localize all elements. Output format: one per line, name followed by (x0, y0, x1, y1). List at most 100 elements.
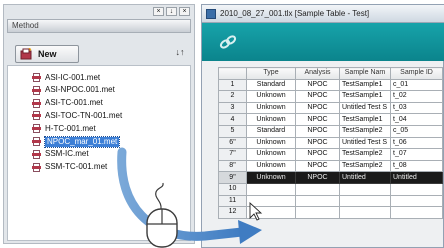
analysis-cell[interactable] (295, 194, 340, 208)
pane-pin-button[interactable]: ↓ (166, 7, 177, 16)
row-number-cell[interactable]: 7" (218, 148, 247, 161)
method-list-item[interactable]: SSM-IC.met (32, 149, 89, 160)
window-title: 2010_08_27_001.tlx [Sample Table - Test] (220, 9, 370, 18)
sample-id-cell[interactable]: t_08 (390, 159, 443, 173)
sample-name-cell[interactable]: TestSample1 (339, 78, 391, 92)
analysis-cell[interactable]: NPOC (295, 148, 340, 161)
type-cell[interactable] (246, 206, 296, 219)
analysis-cell[interactable]: NPOC (295, 113, 340, 126)
row-number-cell[interactable]: 3 (218, 101, 247, 115)
table-row[interactable]: 3 Unknown NPOC Untitled Test St_03 (218, 101, 443, 115)
method-list-item[interactable]: H-TC-001.met (32, 123, 96, 134)
analysis-cell[interactable]: NPOC (295, 78, 340, 92)
column-header-sample-id[interactable]: Sample ID (390, 67, 443, 80)
row-number-cell[interactable]: 2 (218, 90, 247, 103)
table-row[interactable]: 11 (218, 194, 443, 208)
column-header-rownum[interactable] (218, 67, 247, 80)
type-cell[interactable]: Unknown (246, 171, 296, 184)
row-number-cell[interactable]: 10 (218, 182, 247, 196)
method-list-item[interactable]: ASI-TOC-TN-001.met (32, 110, 122, 121)
type-cell[interactable]: Standard (246, 124, 296, 138)
analysis-cell[interactable]: NPOC (295, 136, 340, 150)
window-title-bar[interactable]: 2010_08_27_001.tlx [Sample Table - Test] (202, 5, 444, 23)
table-row[interactable]: 5 Standard NPOC TestSample2 c_05 (218, 124, 443, 138)
analysis-cell[interactable]: NPOC (295, 159, 340, 173)
analysis-cell[interactable]: NPOC (295, 90, 340, 103)
analysis-cell[interactable] (295, 206, 340, 219)
new-method-icon (20, 48, 32, 60)
sample-id-cell[interactable]: c_05 (390, 124, 443, 138)
table-row[interactable]: 12 (218, 206, 443, 219)
link-icon[interactable] (218, 34, 238, 50)
analysis-cell[interactable]: NPOC (295, 171, 340, 184)
row-number-cell[interactable]: 12 (218, 206, 247, 219)
method-list-item[interactable]: SSM-TC-001.met (32, 162, 107, 173)
analysis-cell[interactable]: NPOC (295, 101, 340, 115)
type-cell[interactable]: Unknown (246, 136, 296, 150)
sample-name-cell[interactable] (339, 182, 391, 196)
method-list-item[interactable]: ASI-NPOC.001.met (32, 85, 115, 96)
sample-id-cell[interactable]: Untitled (390, 171, 443, 184)
table-header-row: Type Analysis Sample Nam Sample ID (218, 67, 443, 80)
sample-name-cell[interactable]: Untitled (339, 171, 391, 184)
row-number-cell[interactable]: 1 (218, 78, 247, 92)
analysis-cell[interactable]: NPOC (295, 124, 340, 138)
type-cell[interactable] (246, 194, 296, 208)
table-row[interactable]: 2 Unknown NPOC TestSample1 t_02 (218, 90, 443, 103)
new-method-button[interactable]: New (15, 45, 79, 63)
row-number-cell[interactable]: 4 (218, 113, 247, 126)
sample-id-cell[interactable]: t_04 (390, 113, 443, 126)
table-row[interactable]: 10 (218, 182, 443, 196)
type-cell[interactable]: Standard (246, 78, 296, 92)
method-list-item[interactable]: NPOC_mar_01.met (32, 135, 121, 148)
sample-id-cell[interactable] (390, 194, 443, 208)
column-header-analysis[interactable]: Analysis (295, 67, 340, 80)
type-cell[interactable]: Unknown (246, 113, 296, 126)
type-cell[interactable] (246, 182, 296, 196)
row-number-cell[interactable]: 8" (218, 159, 247, 173)
type-cell[interactable]: Unknown (246, 148, 296, 161)
sample-name-cell[interactable]: TestSample2 (339, 148, 391, 161)
sort-button[interactable]: ↓↑ (173, 47, 187, 61)
table-row[interactable]: 1 Standard NPOC TestSample1 c_01 (218, 78, 443, 92)
column-header-type[interactable]: Type (246, 67, 296, 80)
method-list: ASI-IC-001.met ASI-NPOC.001.met ASI-TC-001… (7, 65, 191, 241)
sample-name-cell[interactable] (339, 206, 391, 219)
table-row[interactable]: 9" Unknown NPOC Untitled Untitled (218, 171, 443, 184)
table-row[interactable]: 7" Unknown NPOC TestSample2 t_07 (218, 148, 443, 161)
sample-id-cell[interactable]: t_06 (390, 136, 443, 150)
type-cell[interactable]: Unknown (246, 101, 296, 115)
sample-id-cell[interactable]: t_03 (390, 101, 443, 115)
teal-toolbar (202, 23, 444, 61)
sample-name-cell[interactable]: Untitled Test S (339, 136, 391, 150)
type-cell[interactable]: Unknown (246, 159, 296, 173)
pane-controls: × ↓ × (153, 7, 190, 16)
pane-close-button-2[interactable]: × (179, 7, 190, 16)
row-number-cell[interactable]: 11 (218, 194, 247, 208)
method-list-item[interactable]: ASI-IC-001.met (32, 72, 100, 83)
table-row[interactable]: 4 Unknown NPOC TestSample1 t_04 (218, 113, 443, 126)
type-cell[interactable]: Unknown (246, 90, 296, 103)
sample-id-cell[interactable]: c_01 (390, 78, 443, 92)
method-list-item[interactable]: ASI-TC-001.met (32, 98, 103, 109)
method-pane: × ↓ × Method New ↓↑ ASI-IC-001.met ASI-NP… (3, 4, 195, 244)
sample-id-cell[interactable]: t_02 (390, 90, 443, 103)
sample-id-cell[interactable] (390, 182, 443, 196)
table-row[interactable]: 6" Unknown NPOC Untitled Test St_06 (218, 136, 443, 150)
sample-name-cell[interactable]: TestSample2 (339, 159, 391, 173)
sample-name-cell[interactable]: Untitled Test S (339, 101, 391, 115)
pane-close-button[interactable]: × (153, 7, 164, 16)
row-number-cell[interactable]: 5 (218, 124, 247, 138)
row-number-cell[interactable]: 9" (218, 171, 247, 184)
sample-name-cell[interactable]: TestSample2 (339, 124, 391, 138)
table-row[interactable]: 8" Unknown NPOC TestSample2 t_08 (218, 159, 443, 173)
method-file-name: SSM-IC.met (45, 149, 89, 159)
row-number-cell[interactable]: 6" (218, 136, 247, 150)
sample-id-cell[interactable]: t_07 (390, 148, 443, 161)
sample-name-cell[interactable]: TestSample1 (339, 90, 391, 103)
column-header-sample-name[interactable]: Sample Nam (339, 67, 391, 80)
sample-name-cell[interactable] (339, 194, 391, 208)
sample-name-cell[interactable]: TestSample1 (339, 113, 391, 126)
analysis-cell[interactable] (295, 182, 340, 196)
sample-id-cell[interactable] (390, 206, 443, 219)
